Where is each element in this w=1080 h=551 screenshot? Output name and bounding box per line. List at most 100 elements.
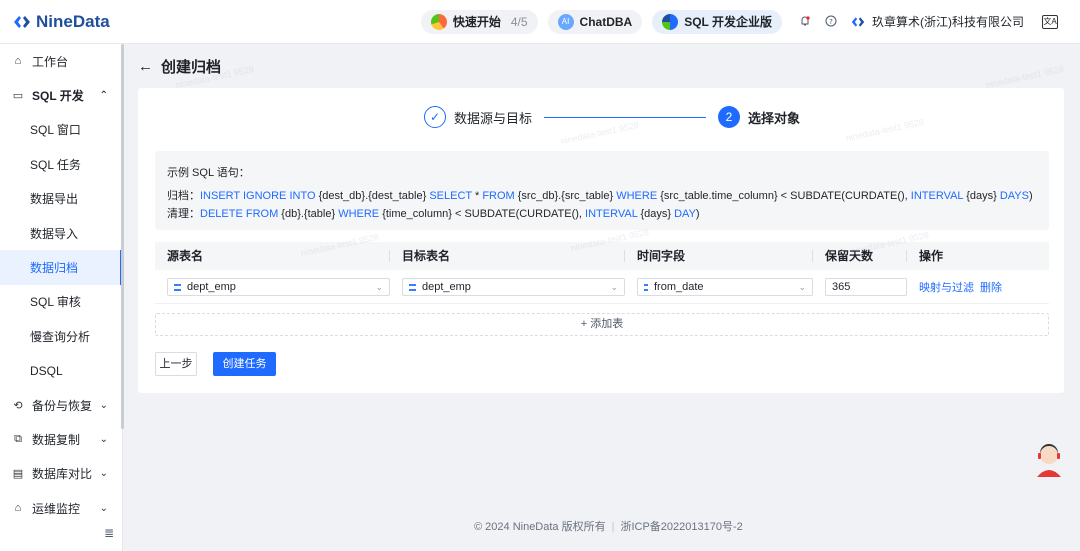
chevron-down-icon: ⌄	[99, 468, 108, 480]
sidebar-scrollbar[interactable]	[121, 44, 124, 429]
back-arrow-icon[interactable]: ←	[138, 58, 153, 75]
sample-sql-title: 示例 SQL 语句：	[167, 167, 250, 179]
sidebar-item-data-import[interactable]: 数据导入	[0, 216, 122, 250]
steps: ✓ 数据源与目标 2 选择对象	[424, 106, 800, 128]
sql-text: {dest_db}.{dest_table}	[315, 190, 430, 202]
sidebar-item-sql-review[interactable]: SQL 审核	[0, 285, 122, 319]
sample-sql-box: 示例 SQL 语句： 归档：INSERT IGNORE INTO {dest_d…	[155, 151, 1049, 230]
sidebar-item-label: SQL 开发	[32, 89, 84, 104]
quickstart-label: 快速开始	[452, 15, 501, 29]
sql-keyword: WHERE	[338, 208, 380, 220]
sidebar-item-dsql[interactable]: DSQL	[0, 354, 122, 388]
sql-keyword: WHERE	[616, 190, 658, 202]
icp-link[interactable]: 浙ICP备2022013170号-2	[620, 521, 742, 533]
sql-edition-button[interactable]: SQL 开发企业版	[652, 9, 782, 34]
notification-icon[interactable]	[798, 15, 812, 29]
brand-logo[interactable]: NineData	[12, 12, 110, 32]
sidebar-item-label: 数据库对比	[32, 467, 93, 482]
chevron-down-icon: ⌄	[610, 281, 618, 292]
time-field-select[interactable]: from_date ⌄	[637, 278, 813, 296]
add-table-button[interactable]: + 添加表	[155, 313, 1049, 336]
sidebar-item-slow-query[interactable]: 慢查询分析	[0, 319, 122, 353]
home-icon: ⌂	[14, 55, 22, 68]
sql-keyword: FROM	[482, 190, 515, 202]
sidebar-item-label: SQL 审核	[30, 295, 81, 310]
sample-sql-clean: 清理：DELETE FROM {db}.{table} WHERE {time_…	[167, 205, 1037, 223]
watermark: ninedata-test1 9528	[984, 63, 1065, 91]
sql-text: {days}	[637, 208, 675, 220]
clean-prefix: 清理：	[167, 208, 200, 220]
sidebar-item-data-export[interactable]: 数据导出	[0, 182, 122, 216]
sql-text: {src_table.time_column} < SUBDATE(CURDAT…	[657, 190, 911, 202]
sidebar-item-label: SQL 任务	[30, 157, 81, 172]
collapse-sidebar-icon[interactable]: ≣	[104, 526, 114, 540]
brand-name: NineData	[36, 11, 110, 31]
col-actions: 操作	[919, 249, 944, 263]
sidebar-item-label: 备份与恢复	[32, 398, 93, 413]
backup-icon: ⟲	[13, 399, 23, 412]
chevron-down-icon: ⌄	[375, 281, 383, 292]
monitor-icon: ▭	[12, 90, 24, 103]
col-retention-days: 保留天数	[813, 242, 907, 270]
source-table-select[interactable]: dept_emp ⌄	[167, 278, 390, 296]
sql-text: {src_db}.{src_table}	[514, 190, 617, 202]
company-logo-icon	[851, 16, 865, 27]
sidebar: ⌂ 工作台 ▭ SQL 开发 ⌃ SQL 窗口 SQL 任务 数据导出 数据导入…	[0, 44, 123, 551]
table-icon	[409, 283, 416, 291]
language-icon[interactable]: 文A	[1042, 14, 1058, 29]
col-source-table: 源表名	[155, 242, 390, 270]
sql-keyword: DAYS	[999, 190, 1029, 202]
chevron-up-icon: ⌃	[99, 90, 108, 102]
prev-step-button[interactable]: 上一步	[155, 352, 197, 376]
step-divider	[544, 116, 707, 118]
sidebar-item-sql-dev[interactable]: ▭ SQL 开发 ⌃	[0, 78, 122, 112]
help-icon[interactable]: ?	[824, 15, 838, 29]
footer-divider: |	[611, 521, 615, 533]
chevron-down-icon: ⌄	[99, 399, 108, 411]
field-icon	[644, 283, 648, 291]
sql-edition-label: SQL 开发企业版	[684, 15, 772, 29]
map-filter-link[interactable]: 映射与过滤	[919, 279, 974, 295]
sidebar-item-label: 数据复制	[32, 432, 81, 447]
sidebar-item-label: 数据导出	[30, 192, 79, 207]
compare-icon: ▤	[12, 468, 24, 481]
copy-icon: ⧉	[14, 432, 22, 445]
chatdba-label: ChatDBA	[579, 14, 633, 29]
create-task-button[interactable]: 创建任务	[213, 352, 276, 376]
table-header: 源表名 目标表名 时间字段 保留天数 操作	[155, 242, 1049, 270]
sidebar-item-backup[interactable]: ⟲ 备份与恢复 ⌄	[0, 388, 122, 422]
chevron-down-icon: ⌄	[99, 502, 108, 514]
sidebar-item-label: SQL 窗口	[30, 123, 81, 138]
sql-text: {days}	[963, 190, 1000, 202]
quickstart-button[interactable]: 快速开始 4/5	[420, 9, 538, 34]
table-row: dept_emp ⌄ dept_emp ⌄ from_date ⌄ 365 映射…	[155, 271, 1049, 304]
sidebar-item-label: 工作台	[32, 54, 69, 69]
sql-text: )	[1028, 190, 1033, 202]
chatdba-icon: AI	[557, 13, 574, 30]
check-icon: ✓	[424, 106, 446, 128]
source-table-value: dept_emp	[187, 281, 236, 293]
page-title: 创建归档	[161, 59, 222, 76]
sidebar-item-db-compare[interactable]: ▤ 数据库对比 ⌄	[0, 457, 122, 491]
delete-link[interactable]: 删除	[980, 279, 1002, 295]
ninedata-logo-icon	[14, 15, 30, 28]
retention-days-input[interactable]: 365	[825, 278, 907, 296]
sidebar-item-sql-task[interactable]: SQL 任务	[0, 147, 122, 181]
target-table-value: dept_emp	[422, 281, 471, 293]
quickstart-count: 4/5	[510, 14, 528, 29]
sql-keyword: INTERVAL	[910, 190, 964, 202]
sidebar-item-sql-window[interactable]: SQL 窗口	[0, 113, 122, 147]
support-avatar-icon[interactable]	[1035, 443, 1063, 477]
chatdba-button[interactable]: AI ChatDBA	[547, 9, 643, 34]
sql-edition-icon	[662, 13, 679, 30]
archive-prefix: 归档：	[167, 190, 200, 202]
step2-label: 选择对象	[748, 110, 801, 126]
target-table-select[interactable]: dept_emp ⌄	[402, 278, 625, 296]
sql-keyword: INSERT IGNORE INTO	[200, 190, 316, 202]
company-switcher[interactable]: 玖章算术(浙江)科技有限公司	[850, 13, 1024, 30]
sidebar-item-data-archive[interactable]: 数据归档	[0, 250, 122, 286]
sidebar-item-replication[interactable]: ⧉ 数据复制 ⌄	[0, 422, 122, 456]
sidebar-item-label: 数据导入	[30, 226, 79, 241]
sidebar-item-workbench[interactable]: ⌂ 工作台	[0, 44, 122, 78]
sidebar-item-ops-monitor[interactable]: ⌂ 运维监控 ⌄	[0, 491, 122, 525]
